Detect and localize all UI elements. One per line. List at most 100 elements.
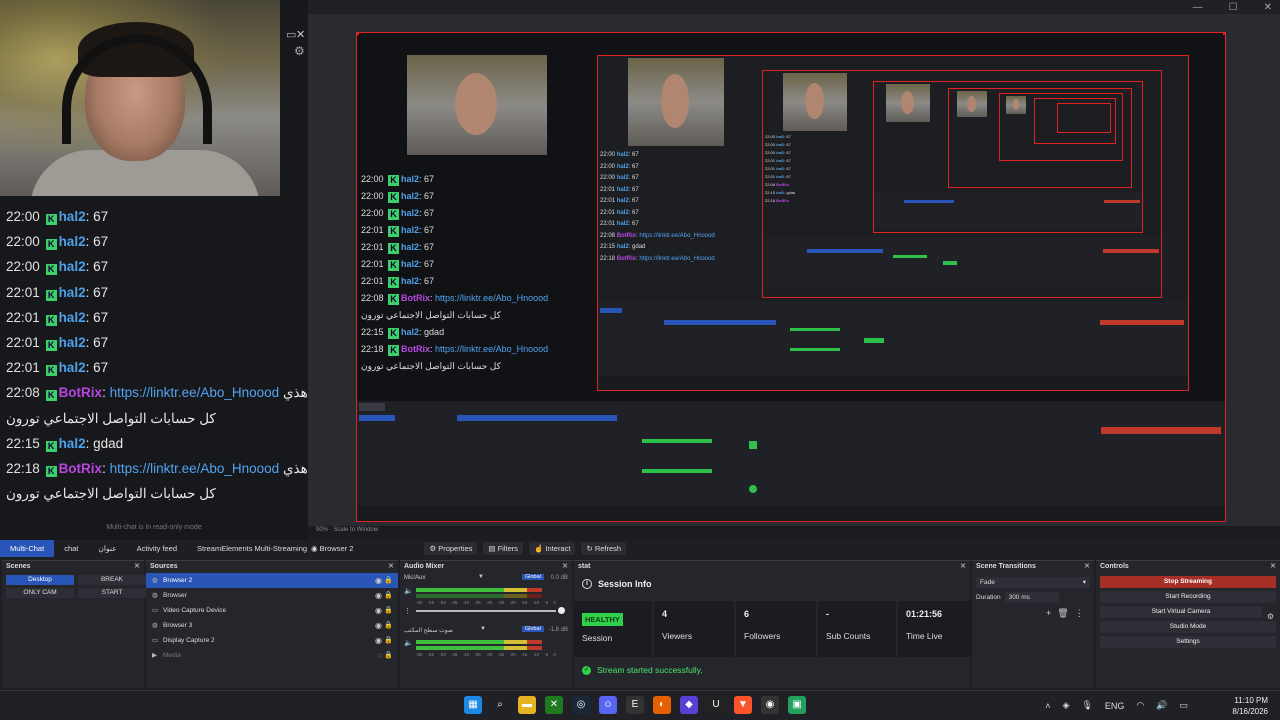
stop-streaming-button[interactable]: Stop Streaming <box>1100 576 1276 588</box>
chevron-down-icon[interactable]: ▼ <box>480 626 486 632</box>
folder-icon[interactable]: ▬ <box>518 696 536 714</box>
search-icon[interactable]: ⌕ <box>491 696 509 714</box>
wifi-icon[interactable]: ◠ <box>1136 700 1144 711</box>
close-button[interactable]: ✕ <box>1264 2 1272 13</box>
taskbar-apps: ▦ ⌕ ▬ ✕ ◎ ☺ E ◐ ◆ U ▼ ◉ ▣ <box>464 696 806 714</box>
tab-multi-chat[interactable]: Multi-Chat <box>0 540 55 557</box>
eye-icon[interactable]: ◉ <box>375 588 382 603</box>
lock-icon[interactable]: 🔒 <box>384 633 393 648</box>
kick-badge-icon: K <box>45 440 57 452</box>
source-item[interactable]: ◍ Browser 2 ◉ 🔒 <box>146 573 398 588</box>
slider-handle[interactable] <box>558 607 565 614</box>
unreal-icon[interactable]: U <box>707 696 725 714</box>
tab-chat[interactable]: chat <box>54 540 88 557</box>
chat-link[interactable]: https://linktr.ee/Abo_Hnoood <box>110 461 280 476</box>
eye-icon[interactable]: ◉ <box>375 633 382 648</box>
transition-select[interactable]: Fade ▾ <box>976 577 1090 588</box>
chevron-down-icon[interactable]: ▼ <box>478 574 484 580</box>
lock-icon[interactable]: 🔒 <box>384 648 393 663</box>
filters-button[interactable]: ▤ Filters <box>483 542 523 555</box>
chat-message: 22:01 Khal2: 67 <box>6 309 109 326</box>
discord-icon[interactable]: ☺ <box>599 696 617 714</box>
kick-badge-icon: K <box>45 289 57 301</box>
transitions-title: Scene Transitions ✕ <box>972 561 1094 573</box>
eye-off-icon[interactable]: ◌ <box>377 648 382 663</box>
program-preview-canvas[interactable]: 22:00 Khal2: 67 22:00 Khal2: 67 22:00 Kh… <box>356 32 1226 522</box>
brave-icon[interactable]: ▼ <box>734 696 752 714</box>
add-icon[interactable]: + <box>1046 608 1051 619</box>
scene-break[interactable]: BREAK <box>78 575 146 585</box>
close-icon[interactable]: ✕ <box>562 561 568 573</box>
meter-scale: -60 -55 -50 -45 -40 -35 -30 -25 -20 -15 -10 -5 0 <box>416 652 556 657</box>
start-icon[interactable]: ▦ <box>464 696 482 714</box>
maximize-button[interactable]: ☐ <box>1229 2 1238 13</box>
properties-button[interactable]: ⚙ Properties <box>424 542 478 555</box>
chat-message-bot: 22:08 K BotRix: https://linktr.ee/Abo_Hno… <box>6 385 308 426</box>
tab-activity-feed[interactable]: Activity feed <box>127 540 187 557</box>
clock[interactable]: 11:10 PM 8/16/2026 <box>1232 695 1268 717</box>
gear-icon[interactable]: ⚙ <box>1267 612 1274 621</box>
dock-close-icon[interactable]: ✕ <box>296 28 305 41</box>
session-info-header: i Session Info <box>574 573 970 595</box>
close-icon[interactable]: ✕ <box>960 561 966 573</box>
start-recording-button[interactable]: Start Recording <box>1100 591 1276 603</box>
close-icon[interactable]: ✕ <box>1270 561 1276 573</box>
eye-icon[interactable]: ◉ <box>375 573 382 588</box>
speaker-icon[interactable]: 🔈 <box>404 639 413 647</box>
volume-slider[interactable] <box>416 610 556 612</box>
language-indicator[interactable]: ENG <box>1105 701 1125 711</box>
source-item[interactable]: ◍ Browser ◉ 🔒 <box>146 588 398 603</box>
tab-title[interactable]: عنوان <box>88 540 126 557</box>
studio-mode-button[interactable]: Studio Mode <box>1100 621 1276 633</box>
windows-taskbar: ▦ ⌕ ▬ ✕ ◎ ☺ E ◐ ◆ U ▼ ◉ ▣ ˄ ◈ 🎙 ENG ◠ 🔊 … <box>0 690 1280 720</box>
source-item[interactable]: ▶ Media ◌ 🔒 <box>146 648 398 663</box>
eye-icon[interactable]: ◉ <box>375 618 382 633</box>
sources-title: Sources ✕ <box>146 561 398 573</box>
lock-icon[interactable]: 🔒 <box>384 573 393 588</box>
speaker-icon[interactable]: 🔈 <box>404 587 413 595</box>
preview-zoom[interactable]: 90% · Scale to Window <box>316 527 378 533</box>
stat-session: HEALTHY Session <box>574 601 652 657</box>
source-item[interactable]: ▭ Video Capture Device ◉ 🔒 <box>146 603 398 618</box>
settings-button[interactable]: Settings <box>1100 636 1276 648</box>
close-icon[interactable]: ✕ <box>1084 561 1090 573</box>
firefox-icon[interactable]: ◐ <box>653 696 671 714</box>
source-item[interactable]: ◍ Browser 3 ◉ 🔒 <box>146 618 398 633</box>
minimize-button[interactable]: — <box>1193 2 1203 13</box>
mic-icon[interactable]: 🎙 <box>1081 700 1092 711</box>
close-icon[interactable]: ✕ <box>388 561 394 573</box>
close-icon[interactable]: ✕ <box>134 561 140 573</box>
chevron-down-icon: ▾ <box>1082 579 1086 586</box>
lock-icon[interactable]: 🔒 <box>384 588 393 603</box>
duration-input[interactable]: 300 ms <box>1004 592 1059 603</box>
interact-button[interactable]: ☝ Interact <box>529 542 576 555</box>
xbox-icon[interactable]: ✕ <box>545 696 563 714</box>
steam-icon[interactable]: ◎ <box>572 696 590 714</box>
gear-icon[interactable]: ⋮ <box>404 607 411 615</box>
preview-docks <box>357 401 1225 505</box>
epic-icon[interactable]: E <box>626 696 644 714</box>
start-virtual-camera-button[interactable]: Start Virtual Camera <box>1100 606 1262 618</box>
scene-start[interactable]: START <box>78 588 146 598</box>
gear-icon[interactable]: ⚙ <box>294 44 305 58</box>
tab-streamelements[interactable]: StreamElements Multi-Streaming <box>187 540 317 557</box>
more-icon[interactable]: ⋮ <box>1075 608 1084 619</box>
streamlabs-icon[interactable]: ▣ <box>788 696 806 714</box>
trash-icon[interactable]: 🗑 <box>1057 608 1068 619</box>
scene-desktop[interactable]: Desktop <box>6 575 74 585</box>
network-icon[interactable]: ◈ <box>1063 700 1070 711</box>
battery-icon[interactable]: ▭ <box>1179 700 1188 711</box>
chat-link[interactable]: https://linktr.ee/Abo_Hnoood <box>110 385 280 400</box>
source-toolbar: ◉ Browser 2 ⚙ Properties ▤ Filters ☝ Int… <box>306 540 627 557</box>
eye-icon[interactable]: ◉ <box>375 603 382 618</box>
scene-only-cam[interactable]: ONLY CAM <box>6 588 74 598</box>
volume-icon[interactable]: 🔊 <box>1156 700 1167 711</box>
obs-icon[interactable]: ◉ <box>761 696 779 714</box>
lock-icon[interactable]: 🔒 <box>384 603 393 618</box>
lock-icon[interactable]: 🔒 <box>384 618 393 633</box>
refresh-button[interactable]: ↻ Refresh <box>581 542 627 555</box>
dock-float-icon[interactable]: ▭ <box>286 28 296 41</box>
source-item[interactable]: ▭ Display Capture 2 ◉ 🔒 <box>146 633 398 648</box>
app-icon[interactable]: ◆ <box>680 696 698 714</box>
chevron-up-icon[interactable]: ˄ <box>1045 701 1050 711</box>
